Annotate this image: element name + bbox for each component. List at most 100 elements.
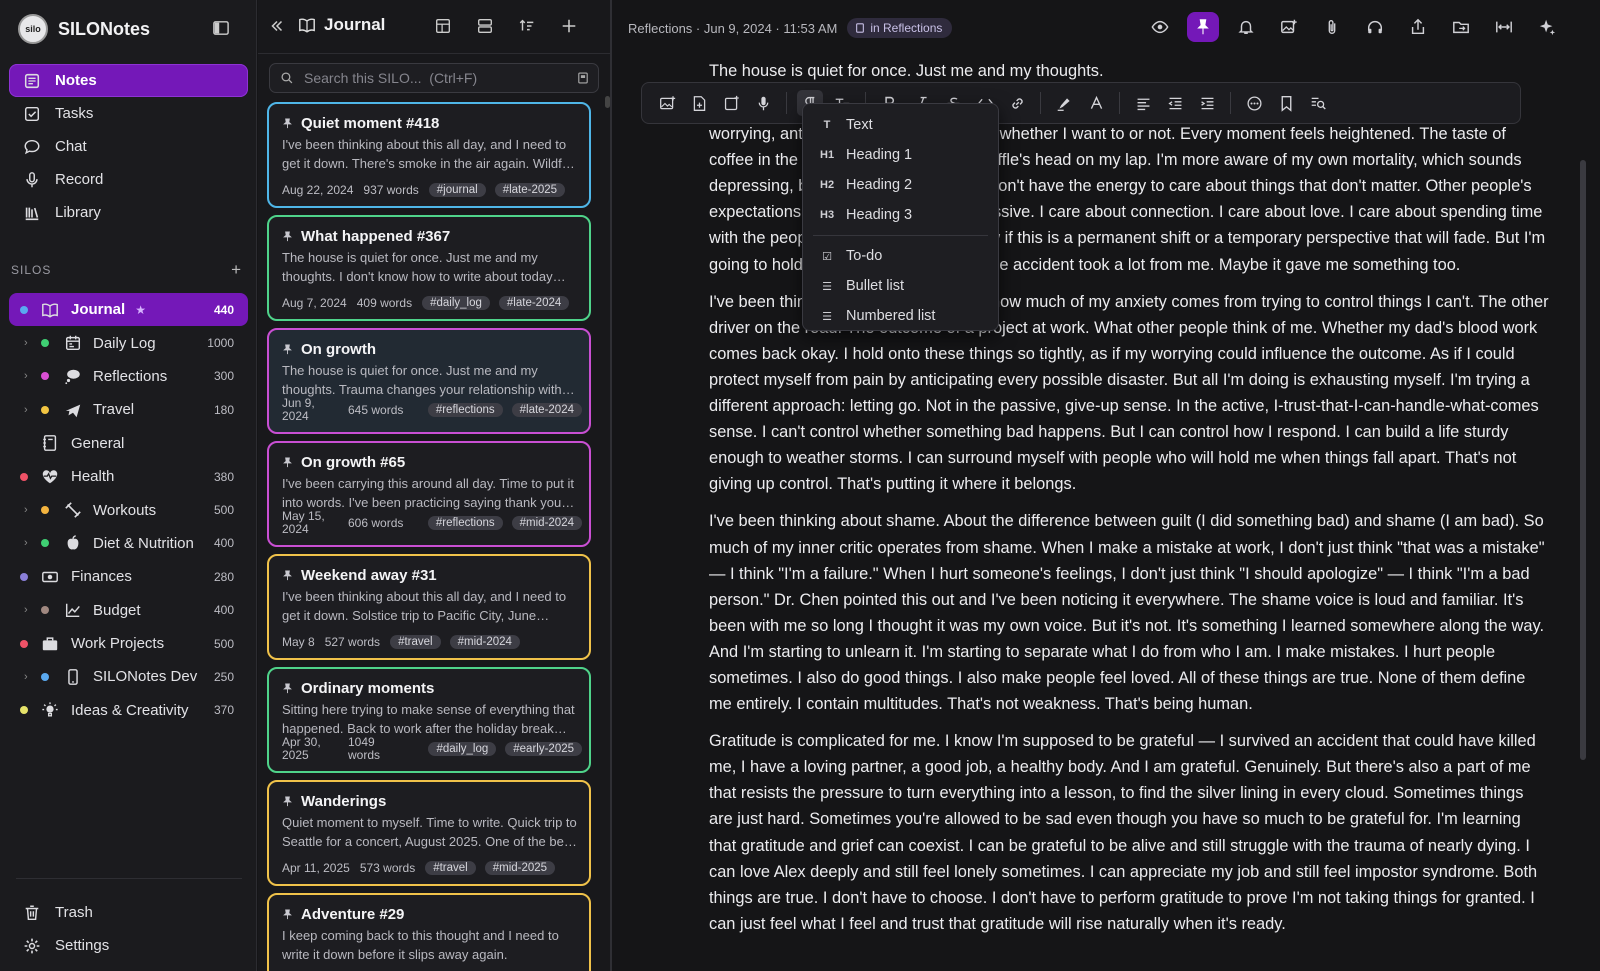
dictate-button[interactable] (750, 90, 776, 116)
menu-item-numbered-list[interactable]: ☰ Numbered list (803, 301, 998, 331)
tag-chip[interactable]: #mid-2024 (511, 516, 582, 530)
expand-chevron-icon[interactable]: › (24, 370, 28, 382)
tag-chip[interactable]: #travel (425, 861, 476, 875)
list-scrollbar[interactable] (605, 96, 610, 108)
paragraph[interactable]: The house is quiet for once. Just me and… (709, 58, 1549, 84)
silo-item-reflections[interactable]: › Reflections 300 (9, 360, 248, 393)
expand-chevron-icon[interactable]: › (24, 404, 28, 416)
tag-chip[interactable]: #reflections (427, 516, 503, 530)
tag-chip[interactable]: #travel (390, 635, 441, 649)
silo-item-health[interactable]: Health 380 (9, 460, 248, 493)
add-silo-button[interactable]: + (231, 260, 241, 280)
trash-icon (23, 904, 41, 922)
paragraph[interactable]: Gratitude is complicated for me. I know … (709, 728, 1549, 937)
silo-item-diet-nutrition[interactable]: › Diet & Nutrition 400 (9, 527, 248, 560)
menu-item-heading-3[interactable]: H3 Heading 3 (803, 200, 998, 230)
nav-item-notes[interactable]: Notes (9, 64, 248, 97)
paragraph[interactable]: I've been thinking about shame. About th… (709, 508, 1549, 717)
silo-chip[interactable]: in Reflections (847, 18, 953, 38)
attach-button[interactable] (1316, 12, 1348, 42)
tag-chip[interactable]: #late-2025 (494, 183, 566, 197)
search-box[interactable] (269, 63, 599, 93)
sidebar-toggle-icon[interactable] (212, 20, 232, 38)
indent-button[interactable] (1194, 90, 1220, 116)
note-card[interactable]: Weekend away #31 I've been thinking about… (267, 554, 591, 660)
menu-item-bullet-list[interactable]: ☰ Bullet list (803, 271, 998, 301)
note-card[interactable]: What happened #367 The house is quiet for… (267, 215, 591, 321)
tag-chip[interactable]: #early-2025 (505, 742, 582, 756)
note-card[interactable]: On growth The house is quiet for once. Ju… (267, 328, 591, 434)
insert-file-button[interactable] (686, 90, 712, 116)
layout-grid-icon[interactable] (434, 17, 454, 37)
silo-item-workouts[interactable]: › Workouts 500 (9, 493, 248, 526)
share-button[interactable] (1402, 12, 1434, 42)
note-tags: #travel #mid-2024 (390, 635, 520, 649)
tag-chip[interactable]: #journal (428, 183, 486, 197)
editor-scrollbar[interactable] (1580, 160, 1586, 760)
nav-item-settings[interactable]: Settings (9, 929, 248, 962)
new-note-icon[interactable] (560, 17, 580, 37)
expand-chevron-icon[interactable]: › (24, 671, 28, 683)
silo-item-finances[interactable]: Finances 280 (9, 560, 248, 593)
layout-rows-icon[interactable] (476, 17, 496, 37)
tag-chip[interactable]: #daily_log (422, 296, 490, 310)
silo-item-daily-log[interactable]: › Daily Log 1000 (9, 326, 248, 359)
move-button[interactable] (1445, 12, 1477, 42)
menu-item-text[interactable]: T Text (803, 110, 998, 140)
pin-button[interactable] (1187, 12, 1219, 42)
note-card[interactable]: Wanderings Quiet moment to myself. Time t… (267, 780, 591, 886)
tag-chip[interactable]: #late-2024 (511, 403, 582, 417)
highlight-button[interactable] (1051, 90, 1077, 116)
link-button[interactable] (1004, 90, 1030, 116)
silo-color-dot (41, 372, 49, 381)
nav-item-record[interactable]: Record (9, 163, 248, 196)
collapse-list-icon[interactable] (268, 17, 288, 37)
nav-item-chat[interactable]: Chat (9, 130, 248, 163)
note-card[interactable]: On growth #65 I've been carrying this aro… (267, 441, 591, 547)
search-input[interactable] (304, 70, 566, 86)
note-card[interactable]: Adventure #29 I keep coming back to this … (267, 893, 591, 971)
tag-chip[interactable]: #mid-2025 (484, 861, 556, 875)
menu-item-to-do[interactable]: ☑ To-do (803, 241, 998, 271)
reminder-button[interactable] (1230, 12, 1262, 42)
tag-chip[interactable]: #mid-2024 (449, 635, 520, 649)
nav-item-trash[interactable]: Trash (9, 896, 248, 929)
menu-item-heading-2[interactable]: H2 Heading 2 (803, 170, 998, 200)
expand-chevron-icon[interactable]: › (24, 337, 28, 349)
silo-item-ideas-creativity[interactable]: Ideas & Creativity 370 (9, 694, 248, 727)
expand-chevron-icon[interactable]: › (24, 504, 28, 516)
audio-button[interactable] (1359, 12, 1391, 42)
note-card[interactable]: Quiet moment #418 I've been thinking abou… (267, 102, 591, 208)
expand-chevron-icon[interactable]: › (24, 604, 28, 616)
tag-chip[interactable]: #daily_log (428, 742, 497, 756)
favorite-star-icon[interactable]: ★ (135, 303, 146, 317)
more-button[interactable] (1241, 90, 1267, 116)
insert-block-button[interactable] (718, 90, 744, 116)
find-button[interactable] (1305, 90, 1331, 116)
sort-icon[interactable] (518, 17, 538, 37)
tag-chip[interactable]: #late-2024 (498, 296, 570, 310)
width-button[interactable] (1488, 12, 1520, 42)
align-button[interactable] (1130, 90, 1156, 116)
brand[interactable]: silo SILONotes (18, 12, 150, 46)
outdent-button[interactable] (1162, 90, 1188, 116)
nav-item-tasks[interactable]: Tasks (9, 97, 248, 130)
note-card[interactable]: Ordinary moments Sitting here trying to m… (267, 667, 591, 773)
bookmark-button[interactable] (1273, 90, 1299, 116)
text-color-button[interactable] (1083, 90, 1109, 116)
silo-item-travel[interactable]: › Travel 180 (9, 393, 248, 426)
filter-icon[interactable] (576, 71, 590, 85)
silo-item-work-projects[interactable]: Work Projects 500 (9, 627, 248, 660)
expand-chevron-icon[interactable]: › (24, 537, 28, 549)
nav-item-library[interactable]: Library (9, 196, 248, 229)
silo-item-budget[interactable]: › Budget 400 (9, 594, 248, 627)
add-image-button[interactable] (1273, 12, 1305, 42)
insert-image-button[interactable] (654, 90, 680, 116)
menu-item-heading-1[interactable]: H1 Heading 1 (803, 140, 998, 170)
ai-button[interactable] (1531, 12, 1563, 42)
silo-item-silonotes-dev[interactable]: › SILONotes Dev 250 (9, 660, 248, 693)
preview-button[interactable] (1144, 12, 1176, 42)
silo-item-journal[interactable]: Journal ★ 440 (9, 293, 248, 327)
silo-item-general[interactable]: General (9, 427, 248, 460)
tag-chip[interactable]: #reflections (427, 403, 503, 417)
